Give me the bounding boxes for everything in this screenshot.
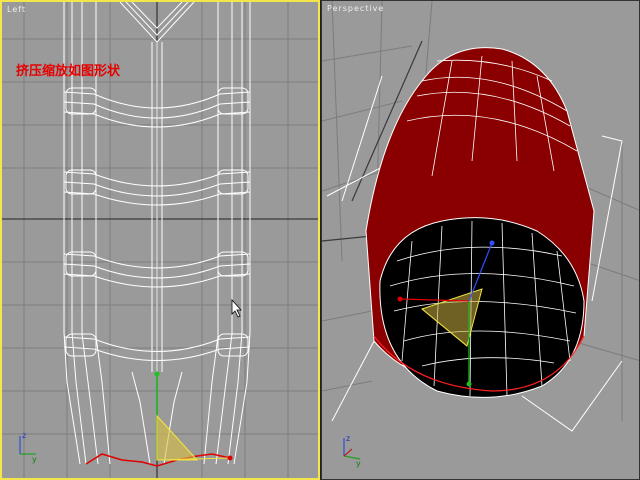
- viewport-perspective[interactable]: z y Perspective: [321, 0, 640, 480]
- axis-tripod-icon: z y: [19, 431, 37, 464]
- svg-text:z: z: [22, 431, 26, 440]
- viewport-left[interactable]: z y Left 挤压缩放如图形状: [0, 0, 320, 480]
- mouse-cursor-icon: [231, 298, 242, 318]
- viewport-label-perspective[interactable]: Perspective: [327, 4, 384, 13]
- svg-text:y: y: [356, 459, 361, 468]
- persp-axis-tripod-icon: z y: [343, 434, 361, 468]
- svg-text:y: y: [32, 455, 37, 464]
- viewport-label-left[interactable]: Left: [7, 5, 26, 14]
- annotation-text: 挤压缩放如图形状: [16, 64, 121, 79]
- svg-text:z: z: [346, 434, 350, 443]
- perspective-viewport-canvas[interactable]: z y: [322, 1, 640, 480]
- gizmo-icon[interactable]: [154, 371, 233, 461]
